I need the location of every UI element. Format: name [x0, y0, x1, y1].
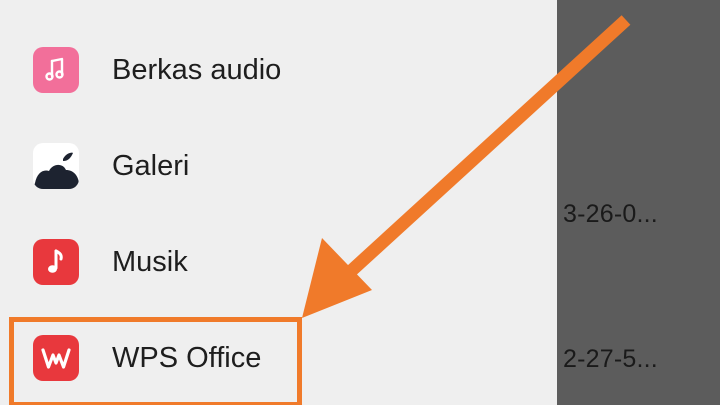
gallery-icon	[33, 143, 79, 189]
screen: 3-26-0... 2-27-5... Berkas audio Galeri …	[0, 0, 720, 405]
app-item-musik[interactable]: Musik	[0, 214, 557, 310]
wps-office-icon	[33, 335, 79, 381]
app-item-label: Berkas audio	[112, 54, 282, 86]
app-item-label: Musik	[112, 246, 188, 278]
app-item-galeri[interactable]: Galeri	[0, 118, 557, 214]
music-note-icon	[33, 47, 79, 93]
app-item-label: Galeri	[112, 150, 190, 182]
app-item-label: WPS Office	[112, 342, 262, 374]
app-item-wps-office[interactable]: WPS Office	[0, 310, 557, 405]
background-file-name: 3-26-0...	[563, 200, 658, 228]
background-file-name: 2-27-5...	[563, 345, 658, 373]
app-item-berkas-audio[interactable]: Berkas audio	[0, 22, 557, 118]
music-icon	[33, 239, 79, 285]
app-chooser-panel: Berkas audio Galeri Musik WPS Office	[0, 0, 557, 405]
